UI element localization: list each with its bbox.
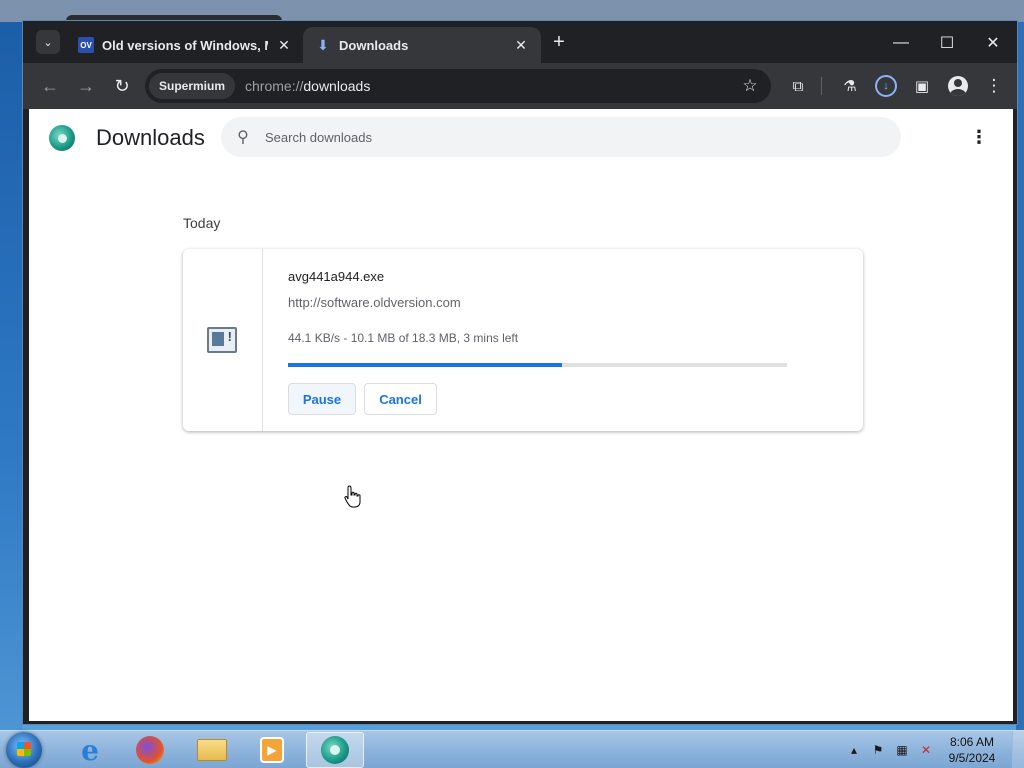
desktop-background bbox=[0, 22, 22, 730]
close-icon: ✕ bbox=[986, 35, 1000, 52]
file-name[interactable]: avg441a944.exe bbox=[288, 269, 384, 284]
back-button[interactable]: ← bbox=[35, 71, 65, 101]
search-icon: ⚲ bbox=[237, 129, 249, 146]
supermium-icon bbox=[321, 736, 349, 764]
url-path: downloads bbox=[303, 78, 371, 94]
download-progress-icon: ↓ bbox=[875, 75, 897, 97]
taskbar-media-player[interactable]: ▶ bbox=[246, 732, 298, 768]
url-scheme: chrome:// bbox=[245, 78, 304, 94]
downloads-page: Downloads ⚲ ⋮ Today avg441a944.exe http:… bbox=[29, 109, 1013, 721]
close-tab-icon[interactable]: ✕ bbox=[276, 37, 292, 54]
show-hidden-icons-icon[interactable]: ▴ bbox=[846, 743, 862, 757]
search-box[interactable]: ⚲ bbox=[221, 117, 901, 157]
avatar-icon bbox=[948, 76, 968, 96]
clock-date: 9/5/2024 bbox=[948, 751, 996, 765]
downloads-header: Downloads ⚲ ⋮ bbox=[29, 109, 1013, 167]
internet-explorer-icon: e bbox=[81, 733, 99, 767]
system-clock[interactable]: 8:06 AM 9/5/2024 bbox=[934, 734, 1010, 766]
supermium-logo-icon bbox=[49, 125, 75, 151]
show-desktop-button[interactable] bbox=[1012, 731, 1024, 768]
extensions-button[interactable]: ⧉ bbox=[785, 73, 811, 99]
action-center-flag-icon[interactable]: ⚑ bbox=[870, 743, 886, 757]
executable-file-icon bbox=[207, 327, 237, 353]
taskbar-supermium[interactable] bbox=[306, 732, 364, 768]
media-player-icon: ▶ bbox=[260, 737, 284, 763]
toolbar-divider bbox=[821, 77, 822, 95]
reload-icon: ↻ bbox=[114, 75, 130, 96]
reload-button[interactable]: ↻ bbox=[107, 71, 137, 101]
system-tray: ▴ ⚑ ▦ ✕ bbox=[846, 731, 934, 768]
taskbar-windows-explorer[interactable] bbox=[186, 732, 238, 768]
page-title: Downloads bbox=[96, 125, 205, 150]
source-url[interactable]: http://software.oldversion.com bbox=[288, 295, 461, 310]
tab-strip: ⌄ OV Old versions of Windows, Mac ✕ ⬇ Do… bbox=[23, 21, 1017, 63]
download-status: 44.1 KB/s - 10.1 MB of 18.3 MB, 3 mins l… bbox=[288, 331, 519, 345]
volume-muted-icon[interactable]: ✕ bbox=[918, 743, 934, 757]
flask-icon: ⚗ bbox=[843, 78, 857, 95]
tab-search-button[interactable]: ⌄ bbox=[36, 30, 60, 54]
site-info-chip[interactable]: Supermium bbox=[149, 73, 236, 99]
profile-button[interactable] bbox=[945, 73, 971, 99]
folder-icon bbox=[197, 739, 227, 761]
bookmark-star-icon[interactable]: ☆ bbox=[735, 76, 765, 96]
browser-menu-button[interactable]: ⋮ bbox=[981, 73, 1007, 99]
chevron-down-icon: ⌄ bbox=[43, 36, 53, 49]
close-tab-icon[interactable]: ✕ bbox=[513, 37, 529, 54]
side-panel-icon: ▣ bbox=[914, 78, 930, 95]
download-icon: ⬇ bbox=[317, 36, 329, 53]
maximize-icon: ☐ bbox=[939, 35, 955, 52]
arrow-right-icon: → bbox=[77, 75, 95, 96]
download-item: avg441a944.exe http://software.oldversio… bbox=[183, 249, 863, 431]
tab-title: Downloads bbox=[339, 37, 409, 53]
arrow-left-icon: ← bbox=[41, 75, 59, 96]
browser-window: ⌄ OV Old versions of Windows, Mac ✕ ⬇ Do… bbox=[22, 20, 1018, 725]
oldversion-favicon-icon: OV bbox=[78, 37, 94, 53]
search-input[interactable] bbox=[265, 129, 901, 145]
plus-icon: + bbox=[553, 30, 565, 53]
puzzle-icon: ⧉ bbox=[792, 77, 804, 95]
network-icon[interactable]: ▦ bbox=[894, 743, 910, 757]
side-panel-button[interactable]: ▣ bbox=[909, 73, 935, 99]
start-button[interactable] bbox=[6, 732, 42, 768]
downloads-button[interactable]: ↓ bbox=[873, 73, 899, 99]
pause-button[interactable]: Pause bbox=[288, 383, 356, 415]
tab-oldversion[interactable]: OV Old versions of Windows, Mac ✕ bbox=[66, 27, 304, 63]
hand-cursor-icon bbox=[344, 485, 361, 508]
download-progress-fill bbox=[288, 363, 563, 367]
tab-title: Old versions of Windows, Mac bbox=[102, 37, 268, 53]
download-progress-bar bbox=[288, 363, 787, 367]
minimize-icon: — bbox=[893, 34, 909, 51]
clock-time: 8:06 AM bbox=[949, 735, 995, 749]
more-vertical-icon: ⋮ bbox=[985, 76, 1003, 95]
url-text[interactable]: chrome://downloads bbox=[245, 78, 735, 94]
new-tab-button[interactable]: + bbox=[547, 30, 571, 54]
labs-button[interactable]: ⚗ bbox=[837, 73, 863, 99]
more-actions-button[interactable]: ⋮ bbox=[969, 127, 989, 148]
cancel-button[interactable]: Cancel bbox=[364, 383, 437, 415]
maximize-button[interactable]: ☐ bbox=[924, 29, 970, 57]
forward-button[interactable]: → bbox=[71, 71, 101, 101]
firefox-icon bbox=[136, 736, 164, 764]
taskbar-firefox[interactable] bbox=[124, 732, 176, 768]
taskbar: e ▶ ▴ ⚑ ▦ ✕ 8:06 AM 9/5/2024 bbox=[0, 730, 1024, 768]
taskbar-internet-explorer[interactable]: e bbox=[64, 732, 116, 768]
browser-toolbar: ← → ↻ Supermium chrome://downloads ☆ ⧉ ⚗… bbox=[23, 63, 1017, 109]
windows-logo-icon bbox=[17, 742, 31, 756]
address-bar[interactable]: Supermium chrome://downloads ☆ bbox=[145, 69, 771, 103]
file-icon-area bbox=[183, 249, 263, 431]
close-window-button[interactable]: ✕ bbox=[970, 29, 1016, 57]
minimize-button[interactable]: — bbox=[878, 29, 924, 57]
date-group-label: Today bbox=[183, 215, 221, 231]
tab-downloads[interactable]: ⬇ Downloads ✕ bbox=[303, 27, 541, 63]
